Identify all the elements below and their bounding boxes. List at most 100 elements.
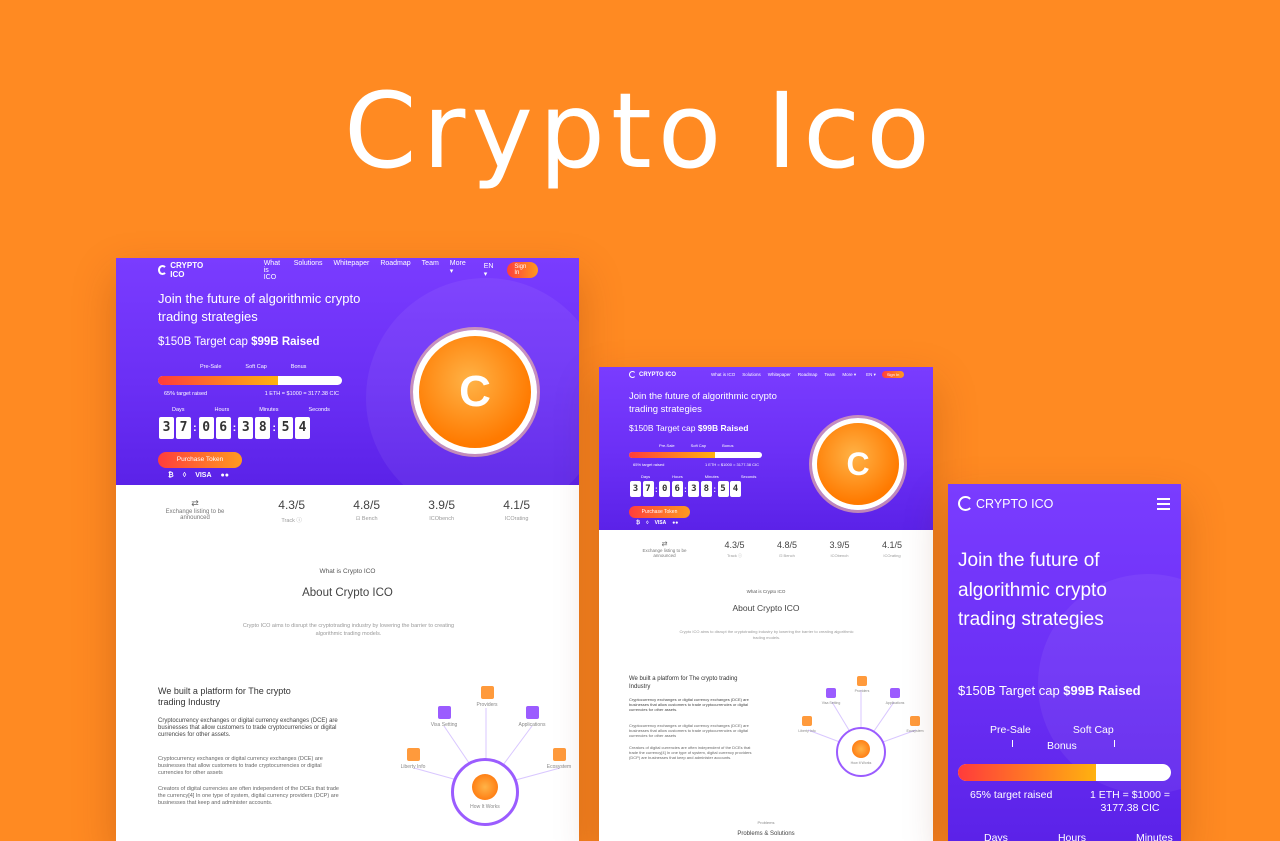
top-nav: CRYPTO ICO What is ICO Solutions Whitepa… xyxy=(158,260,538,281)
rating-source: Track ⓘ xyxy=(281,518,302,524)
hub-label: How It Works xyxy=(850,760,872,765)
diagram-node-liberty-info: Liberty Info xyxy=(396,748,430,770)
diagram-node-liberty-info: Liberty Info xyxy=(794,716,820,733)
rating-source: ICOrating xyxy=(883,553,901,558)
visa-setting-cube-icon xyxy=(437,706,451,719)
target-cap-text: $150B Target cap xyxy=(629,423,698,433)
countdown-seconds-label: Seconds xyxy=(740,474,757,479)
sign-in-button[interactable]: Sign In xyxy=(507,262,538,278)
nav-team[interactable]: Team xyxy=(824,372,835,378)
target-cap: $150B Target cap $99B Raised xyxy=(158,336,320,348)
rating-score: 4.1/5 xyxy=(881,540,902,550)
language-selector[interactable]: EN ▾ xyxy=(866,372,876,378)
visa-icon: VISA xyxy=(195,472,212,479)
logo[interactable]: CRYPTO ICO xyxy=(629,371,676,378)
rating-item[interactable]: 4.3/5 Track ⓘ xyxy=(278,498,305,524)
logo[interactable]: CRYPTO ICO xyxy=(158,261,214,279)
rating-item[interactable]: 4.1/5 ICOrating xyxy=(882,540,902,559)
hub-label: How It Works xyxy=(470,804,500,810)
nav-whitepaper[interactable]: Whitepaper xyxy=(768,372,791,378)
about-text: Crypto ICO aims to disrupt the cryptotra… xyxy=(242,623,455,637)
node-label: Applications xyxy=(518,722,546,728)
diagram-hub[interactable]: How It Works xyxy=(451,758,519,826)
stage-presale: Pre-Sale xyxy=(200,364,222,370)
top-nav: CRYPTO ICO xyxy=(958,496,1170,511)
rating-item[interactable]: 3.9/5 ICObench xyxy=(829,540,849,559)
logo[interactable]: CRYPTO ICO xyxy=(958,496,1053,511)
purchase-token-button[interactable]: Purchase Token xyxy=(629,506,690,518)
progress-fill xyxy=(158,376,278,385)
ratings-row: ⇄ Exchange listing to be announced 4.3/5… xyxy=(160,498,530,524)
progress-info: 65% target raised 1 ETH = $1000 = 3177.3… xyxy=(970,789,1170,815)
visa-icon: VISA xyxy=(654,520,667,526)
countdown-hours-label: Hours xyxy=(672,474,683,479)
node-label: Visa Setting xyxy=(430,722,458,728)
nav-solutions[interactable]: Solutions xyxy=(742,372,761,378)
stage-labels: Pre-Sale Soft Cap Bonus xyxy=(200,364,306,370)
nav-what-is-ico[interactable]: What is ICO xyxy=(711,372,735,378)
countdown-days-label: Days xyxy=(172,407,185,413)
platform-paragraph: Cryptocurrency exchanges or digital curr… xyxy=(158,756,323,776)
problems-title: Problems & Solutions xyxy=(737,831,795,837)
rating-source: Track ⓘ xyxy=(727,553,742,558)
nav-roadmap[interactable]: Roadmap xyxy=(798,372,818,378)
hero-headline: Join the future of algorithmic crypto tr… xyxy=(958,550,1107,630)
diagram-node-ecosystem: Ecosystem xyxy=(542,748,576,770)
nav-team[interactable]: Team xyxy=(422,260,439,281)
nav-solutions[interactable]: Solutions xyxy=(294,260,323,281)
node-label: Liberty Info xyxy=(400,764,426,770)
rating-source: ⊡ Bench xyxy=(779,553,795,558)
stage-presale: Pre-Sale xyxy=(659,443,675,448)
rating-item[interactable]: 4.1/5 ICOrating xyxy=(503,498,530,524)
tablet-mockup: CRYPTO ICO What is ICO Solutions Whitepa… xyxy=(599,367,933,841)
hamburger-menu-icon[interactable] xyxy=(1157,497,1170,510)
countdown-hours-label: Hours xyxy=(1057,832,1086,841)
how-it-works-diagram: Providers Visa Setting Applications Libe… xyxy=(794,672,929,782)
countdown-separator: : xyxy=(193,422,197,434)
stage-bonus: Bonus xyxy=(1047,740,1077,752)
countdown-seconds-label: Seconds xyxy=(308,407,330,413)
diagram-node-providers: Providers xyxy=(852,676,872,693)
countdown-minutes-label: Minutes xyxy=(704,474,719,479)
progress-fill xyxy=(958,764,1097,781)
rating-item[interactable]: 3.9/5 ICObench xyxy=(428,498,455,524)
logo-icon xyxy=(629,371,636,378)
progress-label: 65% target raised xyxy=(970,789,1053,801)
sign-in-button[interactable]: Sign In xyxy=(881,371,905,378)
nav-whitepaper[interactable]: Whitepaper xyxy=(334,260,370,281)
hero-headline: Join the future of algorithmic crypto tr… xyxy=(629,391,777,415)
exchange-rate: 1 ETH = $1000 = 3177.38 CIC xyxy=(1090,789,1170,814)
nav-roadmap[interactable]: Roadmap xyxy=(380,260,410,281)
ethereum-icon: ◊ xyxy=(182,472,187,479)
providers-cube-icon xyxy=(857,676,867,686)
coin-logo-icon: C xyxy=(812,418,904,510)
rating-source: ICObench xyxy=(830,553,849,558)
raised-amount: $99B Raised xyxy=(251,336,320,348)
nav-what-is-ico[interactable]: What is ICO xyxy=(264,260,283,281)
stage-tick xyxy=(1012,740,1013,747)
rating-score: 4.8/5 xyxy=(776,540,797,550)
countdown-digit: 3 xyxy=(159,417,174,439)
countdown-timer: 3 7 : 0 6 : 3 8 : 5 4 xyxy=(159,417,311,439)
nav-more[interactable]: More ▾ xyxy=(450,260,466,281)
platform-paragraph: Creators of digital currencies are often… xyxy=(629,745,752,760)
countdown-labels: Days Hours Minutes Seconds xyxy=(172,407,330,413)
language-selector[interactable]: EN ▾ xyxy=(484,263,498,278)
countdown-digit: 6 xyxy=(671,481,683,497)
platform-title: We built a platform for The crypto tradi… xyxy=(158,686,291,707)
countdown-hours-label: Hours xyxy=(214,407,230,413)
mobile-mockup: CRYPTO ICO Join the future of algorithmi… xyxy=(948,484,1181,841)
countdown-digit: 5 xyxy=(717,481,729,497)
rating-item[interactable]: 4.8/5 ⊡ Bench xyxy=(353,498,380,524)
countdown-digit: 4 xyxy=(730,481,742,497)
diagram-node-ecosystem: Ecosystem xyxy=(902,716,928,733)
purchase-token-button[interactable]: Purchase Token xyxy=(158,452,242,468)
node-label: Ecosystem xyxy=(906,729,924,733)
diagram-hub[interactable]: How It Works xyxy=(836,727,886,777)
nav-more[interactable]: More ▾ xyxy=(842,372,856,378)
rating-item[interactable]: 4.8/5 ⊡ Bench xyxy=(777,540,797,559)
about-title: About Crypto ICO xyxy=(732,603,800,613)
hero-section: CRYPTO ICO What is ICO Solutions Whitepa… xyxy=(116,258,579,518)
rating-item[interactable]: 4.3/5 Track ⓘ xyxy=(724,540,744,559)
platform-paragraph: Cryptocurrency exchanges or digital curr… xyxy=(629,723,749,738)
